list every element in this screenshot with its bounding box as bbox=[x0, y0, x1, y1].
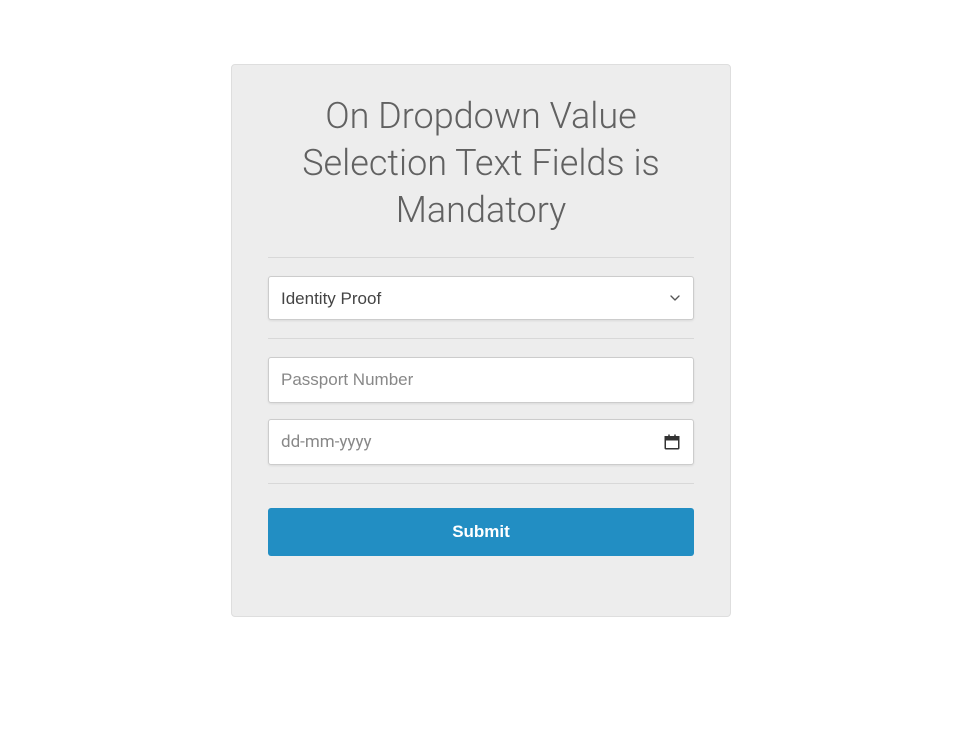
submit-button[interactable]: Submit bbox=[268, 508, 694, 556]
passport-date-group: dd-mm-yyyy bbox=[268, 339, 694, 484]
submit-section: Submit bbox=[268, 484, 694, 556]
passport-number-input[interactable] bbox=[268, 357, 694, 403]
identity-proof-select[interactable]: Identity Proof bbox=[268, 276, 694, 320]
calendar-icon bbox=[663, 433, 681, 451]
form-title: On Dropdown Value Selection Text Fields … bbox=[268, 93, 694, 233]
date-placeholder-text: dd-mm-yyyy bbox=[281, 432, 372, 452]
identity-proof-group: Identity Proof bbox=[268, 258, 694, 339]
date-input[interactable]: dd-mm-yyyy bbox=[268, 419, 694, 465]
form-card: On Dropdown Value Selection Text Fields … bbox=[231, 64, 731, 617]
